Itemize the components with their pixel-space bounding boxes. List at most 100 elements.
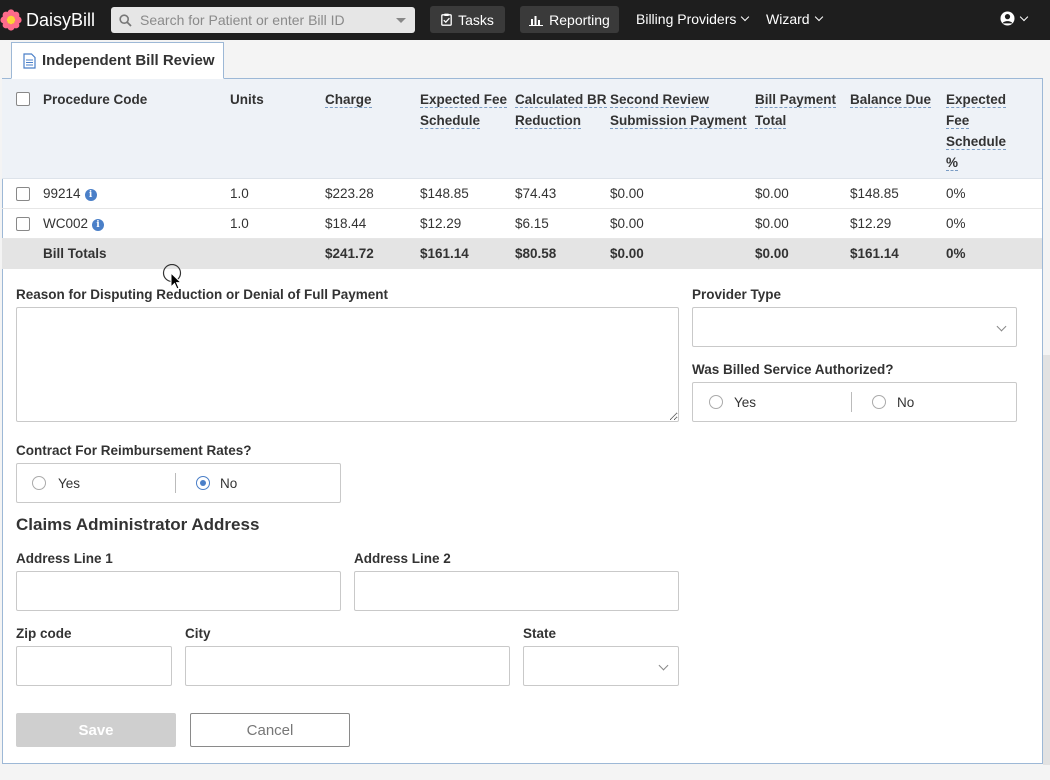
contract-yes-label[interactable]: Yes	[58, 476, 80, 491]
charge-cell: $223.28	[325, 186, 374, 201]
total-expected-pct: 0%	[946, 246, 966, 261]
payment-total-cell: $0.00	[755, 216, 789, 231]
document-icon	[23, 52, 36, 69]
procedure-code: 99214 i	[43, 186, 97, 201]
row-checkbox[interactable]	[16, 217, 30, 231]
second-review-cell: $0.00	[610, 216, 644, 231]
user-menu[interactable]	[1000, 11, 1029, 26]
expected-cell: $148.85	[420, 186, 469, 201]
col-charge[interactable]: Charge	[325, 89, 372, 110]
col-procedure-code[interactable]: Procedure Code	[43, 89, 147, 110]
authorized-no-label[interactable]: No	[897, 395, 914, 410]
total-balance-due: $161.14	[850, 246, 899, 261]
totals-label: Bill Totals	[43, 246, 107, 261]
save-button[interactable]: Save	[16, 713, 176, 747]
tasks-button[interactable]: Tasks	[430, 6, 505, 33]
address2-label: Address Line 2	[354, 551, 451, 566]
user-circle-icon	[1000, 11, 1015, 26]
claims-admin-address-title: Claims Administrator Address	[16, 515, 260, 534]
total-charge: $241.72	[325, 246, 374, 261]
expected-cell: $12.29	[420, 216, 462, 231]
provider-type-select[interactable]	[692, 307, 1017, 347]
billing-providers-label: Billing Providers	[636, 11, 737, 27]
authorized-yes-radio[interactable]	[709, 395, 723, 409]
procedure-code: WC002 i	[43, 216, 105, 231]
total-second-review: $0.00	[610, 246, 644, 261]
payment-total-cell: $0.00	[755, 186, 789, 201]
reporting-button[interactable]: Reporting	[520, 6, 619, 33]
reporting-label: Reporting	[549, 11, 610, 28]
authorized-yes-label[interactable]: Yes	[734, 395, 756, 410]
tab-title: Independent Bill Review	[42, 52, 215, 69]
info-icon[interactable]: i	[84, 189, 97, 201]
col-expected-fee-schedule-pct[interactable]: Expected Fee Schedule%	[946, 89, 1007, 173]
info-icon[interactable]: i	[92, 219, 105, 231]
procedure-table-header: Procedure Code Units Charge Expected Fee…	[2, 79, 1042, 179]
patient-search[interactable]	[111, 7, 415, 33]
row-checkbox[interactable]	[16, 187, 30, 201]
col-calculated-br-reduction[interactable]: Calculated BR Reduction	[515, 89, 607, 131]
authorized-no-radio[interactable]	[872, 395, 886, 409]
total-expected: $161.14	[420, 246, 469, 261]
state-label: State	[523, 626, 557, 641]
col-units[interactable]: Units	[230, 89, 264, 110]
col-balance-due[interactable]: Balance Due	[850, 89, 932, 110]
reason-label: Reason for Disputing Reduction or Denial…	[16, 287, 389, 302]
brand-logo[interactable]: DaisyBill	[0, 8, 95, 32]
chevron-down-icon	[996, 321, 1007, 332]
provider-type-label: Provider Type	[692, 287, 782, 302]
city-input[interactable]	[185, 646, 510, 686]
billing-providers-menu[interactable]: Billing Providers	[636, 11, 750, 27]
search-icon	[119, 13, 132, 27]
brand-name: DaisyBill	[26, 9, 96, 30]
wizard-menu[interactable]: Wizard	[766, 11, 823, 27]
units-cell: 1.0	[230, 186, 249, 201]
search-input[interactable]	[140, 12, 390, 28]
br-reduction-cell: $74.43	[515, 186, 557, 201]
contract-no-label[interactable]: No	[220, 476, 237, 491]
reason-textarea[interactable]	[16, 307, 679, 422]
charge-cell: $18.44	[325, 216, 367, 231]
col-second-review[interactable]: Second Review Submission Payment	[610, 89, 747, 131]
address2-input[interactable]	[354, 571, 679, 611]
col-bill-payment-total[interactable]: Bill Payment Total	[755, 89, 837, 131]
chevron-down-icon	[741, 12, 750, 22]
col-expected-fee-schedule[interactable]: Expected Fee Schedule	[420, 89, 508, 131]
total-br-reduction: $80.58	[515, 246, 557, 261]
tab-independent-bill-review[interactable]: Independent Bill Review	[11, 42, 224, 79]
clipboard-check-icon	[441, 13, 452, 26]
contract-label: Contract For Reimbursement Rates?	[16, 443, 252, 458]
search-dropdown-icon[interactable]	[396, 18, 406, 23]
expected-pct-cell: 0%	[946, 186, 966, 201]
city-label: City	[185, 626, 211, 641]
chevron-down-icon	[658, 660, 669, 671]
select-all-checkbox[interactable]	[16, 92, 30, 106]
bar-chart-icon	[529, 15, 544, 26]
authorized-radio-group: Yes No	[692, 382, 1017, 422]
state-select[interactable]	[523, 646, 679, 686]
balance-due-cell: $148.85	[850, 186, 899, 201]
radio-divider	[175, 473, 176, 493]
daisy-icon	[0, 9, 22, 31]
chevron-down-icon	[814, 12, 823, 22]
mouse-cursor-icon	[162, 264, 183, 290]
total-payment: $0.00	[755, 246, 789, 261]
table-row: 99214 i 1.0 $223.28 $148.85 $74.43 $0.00 …	[2, 179, 1042, 209]
zip-input[interactable]	[16, 646, 172, 686]
contract-no-radio[interactable]	[196, 476, 210, 490]
zip-label: Zip code	[16, 626, 72, 641]
address1-label: Address Line 1	[16, 551, 113, 566]
balance-due-cell: $12.29	[850, 216, 892, 231]
contract-yes-radio[interactable]	[32, 476, 46, 490]
radio-divider	[851, 392, 852, 412]
wizard-label: Wizard	[766, 11, 810, 27]
units-cell: 1.0	[230, 216, 249, 231]
scrollbar[interactable]	[1043, 355, 1050, 765]
address1-input[interactable]	[16, 571, 341, 611]
second-review-cell: $0.00	[610, 186, 644, 201]
bill-totals-row: Bill Totals $241.72 $161.14 $80.58 $0.00…	[2, 239, 1042, 269]
br-reduction-cell: $6.15	[515, 216, 549, 231]
cancel-button[interactable]: Cancel	[190, 713, 350, 747]
chevron-down-icon	[1019, 12, 1029, 21]
contract-radio-group: Yes No	[16, 463, 341, 503]
